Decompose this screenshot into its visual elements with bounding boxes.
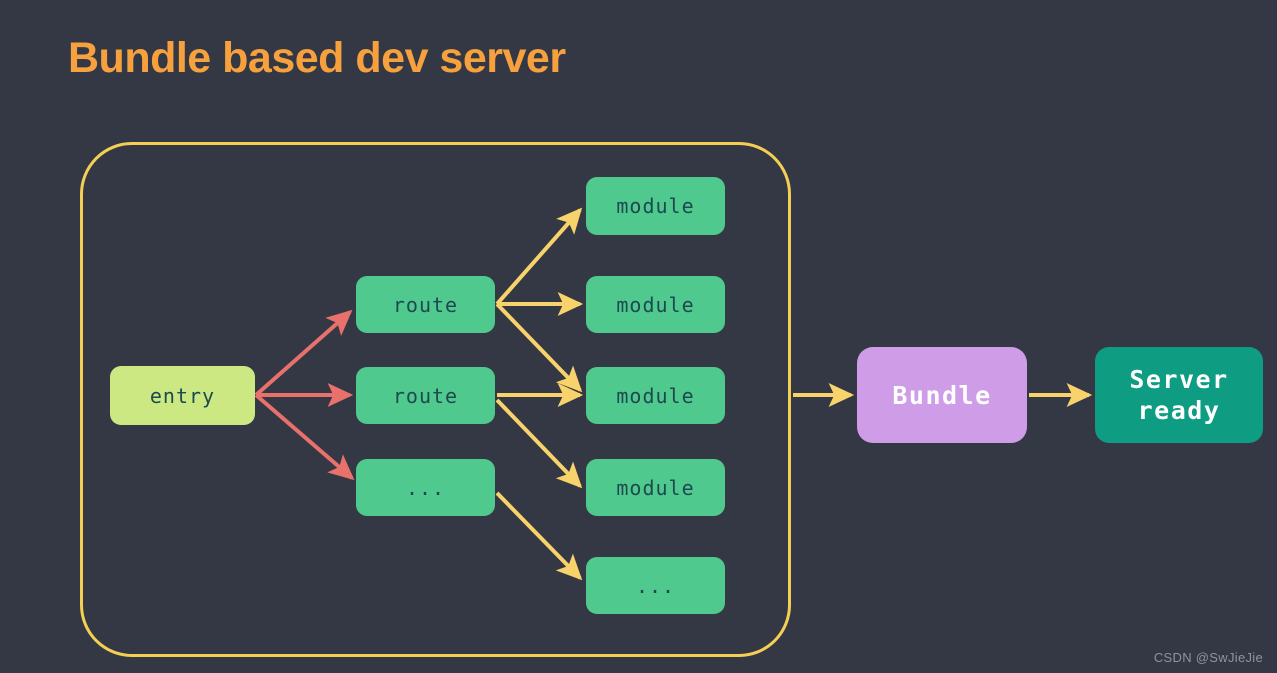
node-entry[interactable]: entry: [110, 366, 255, 425]
node-module-ellipsis-label: ...: [635, 573, 676, 598]
node-route-1[interactable]: route: [356, 276, 495, 333]
node-module-3-label: module: [616, 383, 695, 408]
node-module-1[interactable]: module: [586, 177, 725, 235]
node-module-ellipsis[interactable]: ...: [586, 557, 725, 614]
node-route-1-label: route: [392, 292, 459, 317]
diagram-canvas: Bundle based dev server entry route rout…: [0, 0, 1277, 673]
node-module-2[interactable]: module: [586, 276, 725, 333]
node-bundle-label: Bundle: [892, 380, 992, 410]
node-route-ellipsis[interactable]: ...: [356, 459, 495, 516]
watermark: CSDN @SwJieJie: [1153, 650, 1263, 665]
node-module-4-label: module: [616, 475, 695, 500]
page-title: Bundle based dev server: [68, 34, 566, 82]
node-bundle[interactable]: Bundle: [857, 347, 1027, 443]
node-module-4[interactable]: module: [586, 459, 725, 516]
node-server-ready-label: Server ready: [1129, 364, 1229, 425]
node-module-2-label: module: [616, 292, 695, 317]
node-server-ready[interactable]: Server ready: [1095, 347, 1263, 443]
node-route-2[interactable]: route: [356, 367, 495, 424]
node-module-3[interactable]: module: [586, 367, 725, 424]
node-entry-label: entry: [149, 383, 216, 408]
node-route-2-label: route: [392, 383, 459, 408]
node-route-ellipsis-label: ...: [405, 475, 446, 500]
node-module-1-label: module: [616, 194, 695, 218]
